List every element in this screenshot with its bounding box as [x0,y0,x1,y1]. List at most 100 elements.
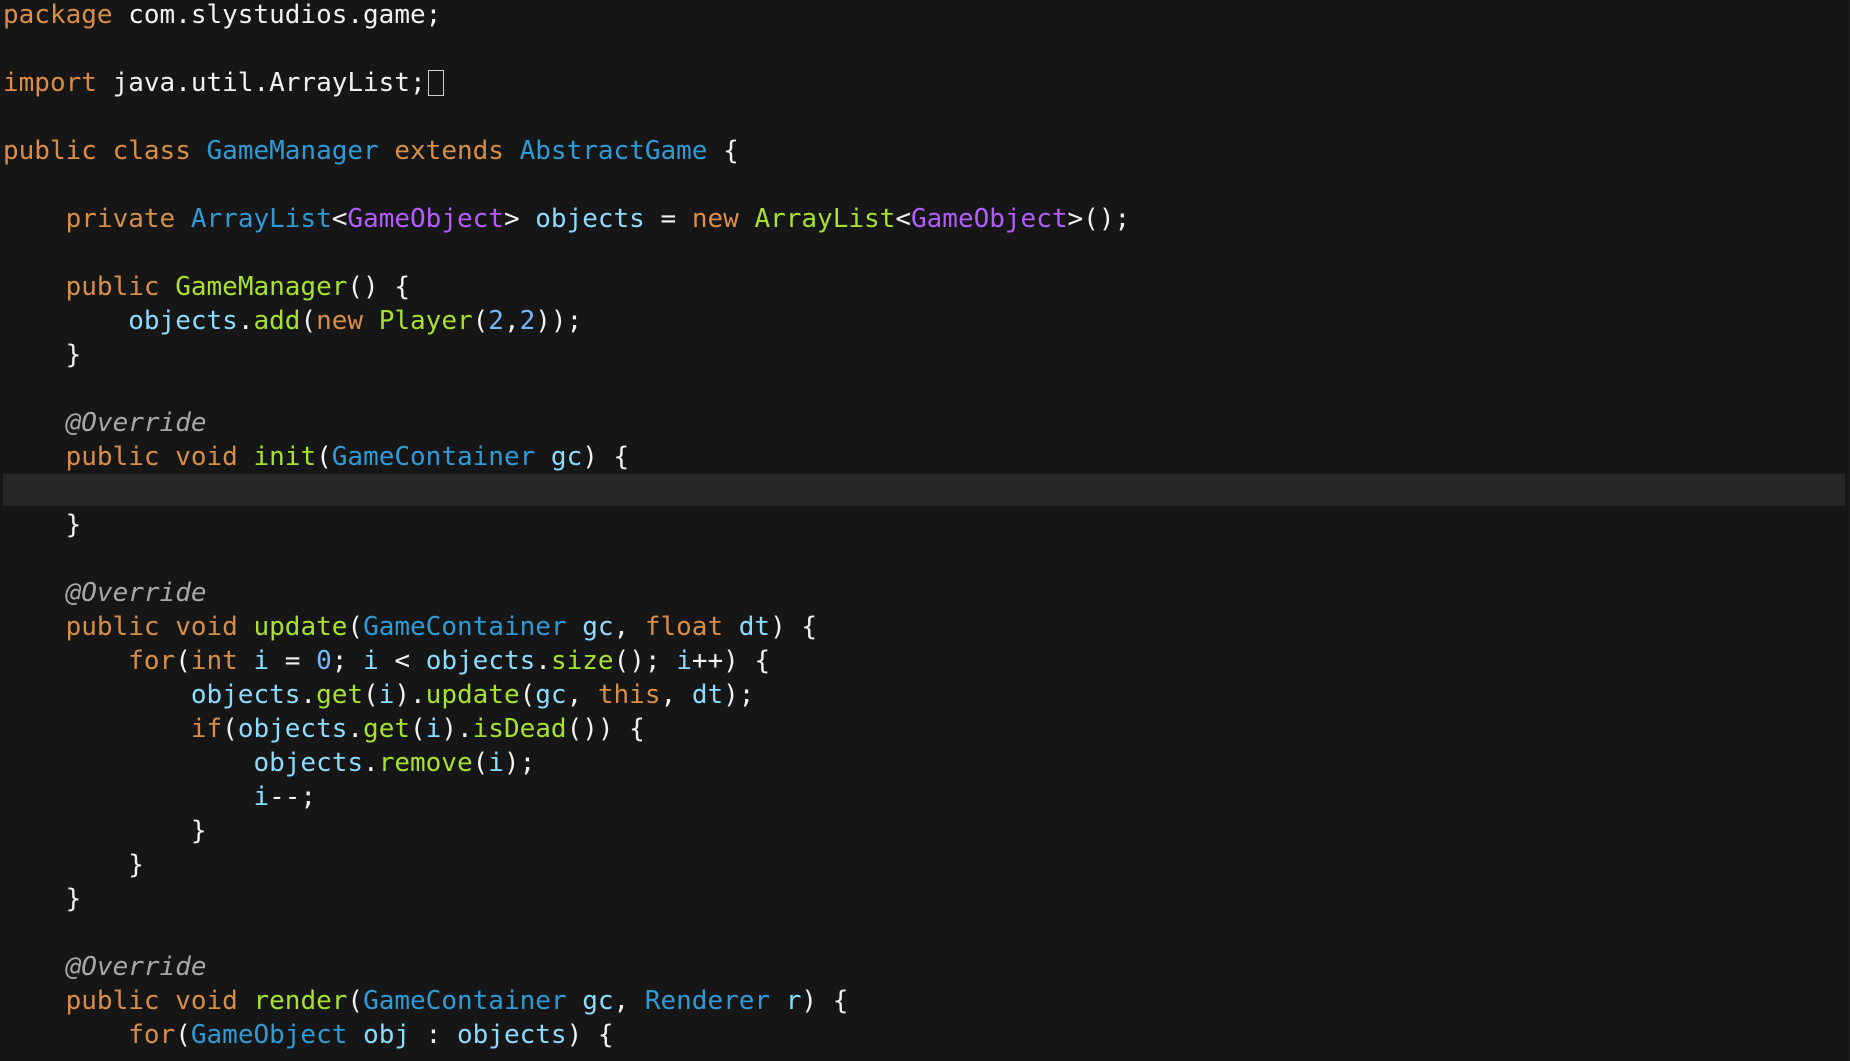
code-line[interactable]: import java.util.ArrayList; [3,68,1843,102]
code-token: objects [457,1020,567,1050]
code-token: class [112,136,191,166]
code-token: i [253,646,270,676]
code-token: , [660,680,692,710]
code-line[interactable]: for(int i = 0; i < objects.size(); i++) … [3,646,1843,680]
code-line[interactable]: public GameManager() { [3,272,1843,306]
code-line[interactable] [3,238,1843,272]
code-line[interactable]: package com.slystudios.game; [3,0,1843,34]
code-token: Player [378,306,473,336]
code-area[interactable]: package com.slystudios.game; import java.… [3,0,1843,1054]
code-token: public [65,442,160,472]
code-token: )); [535,306,583,336]
code-token: add [253,306,301,336]
code-token: int [190,646,238,676]
code-token: . [535,646,551,676]
code-token: i [363,646,379,676]
code-line[interactable]: objects.get(i).update(gc, this, dt); [3,680,1843,714]
code-token: i [253,782,270,812]
code-token: GameManager [175,272,348,302]
code-token: ArrayList [754,204,896,234]
code-line[interactable]: public void render(GameContainer gc, Ren… [3,986,1843,1020]
code-token: = [269,646,317,676]
code-token: i [378,680,395,710]
code-line[interactable] [3,374,1843,408]
code-token: GameObject [190,1020,348,1050]
code-line[interactable]: } [3,340,1843,374]
code-token: ( [347,612,364,642]
code-token: } [3,816,207,846]
code-token: < [895,204,911,234]
code-token: ; [331,646,364,676]
code-token: ); [723,680,755,710]
code-token: void [175,612,238,642]
code-token: Renderer [644,986,771,1016]
code-token: GameObject [347,204,504,234]
code-token: ( [363,680,379,710]
code-token: . [300,680,317,710]
code-line[interactable]: for(GameObject obj : objects) { [3,1020,1843,1054]
code-token: dt [691,680,724,710]
code-token: GameContainer [331,442,536,472]
code-token: size [550,646,614,676]
code-token: private [65,204,176,234]
code-line[interactable]: @Override [3,578,1843,612]
code-token: , [503,306,520,336]
code-line[interactable]: } [3,850,1843,884]
code-line[interactable] [3,918,1843,952]
collapsed-imports-marker[interactable] [427,70,444,96]
code-line[interactable] [3,34,1843,68]
code-token: java.util.ArrayList; [96,68,426,98]
code-line[interactable] [3,170,1843,204]
code-token: gc [582,612,614,642]
code-line[interactable]: public void update(GameContainer gc, flo… [3,612,1843,646]
code-line[interactable]: private ArrayList<GameObject> objects = … [3,204,1843,238]
code-token: (); [613,646,677,676]
code-token: i [425,714,442,744]
code-editor[interactable]: package com.slystudios.game; import java.… [0,0,1850,1061]
code-token: < [378,646,426,676]
code-token: isDead [472,714,567,744]
code-token: ( [472,748,489,778]
code-token: com.slystudios.game; [112,0,442,30]
code-line[interactable] [3,476,1843,510]
code-token: new [316,306,364,336]
code-line[interactable]: @Override [3,408,1843,442]
code-line[interactable]: } [3,816,1843,850]
code-line[interactable] [3,544,1843,578]
code-line[interactable]: @Override [3,952,1843,986]
code-token: objects [128,306,238,336]
code-token: GameObject [910,204,1068,234]
code-line[interactable]: } [3,510,1843,544]
code-line[interactable]: i--; [3,782,1843,816]
code-token: = [644,204,692,234]
code-line[interactable]: objects.remove(i); [3,748,1843,782]
code-token: 2 [488,306,504,336]
code-line[interactable]: } [3,884,1843,918]
code-line[interactable]: objects.add(new Player(2,2)); [3,306,1843,340]
code-line[interactable]: public class GameManager extends Abstrac… [3,136,1843,170]
code-line[interactable] [3,102,1843,136]
code-line[interactable]: if(objects.get(i).isDead()) { [3,714,1843,748]
code-token: > [503,204,536,234]
code-token: extends [394,136,504,166]
code-token: public [65,612,160,642]
code-token: GameContainer [363,986,567,1016]
code-line[interactable]: public void init(GameContainer gc) { [3,442,1843,476]
